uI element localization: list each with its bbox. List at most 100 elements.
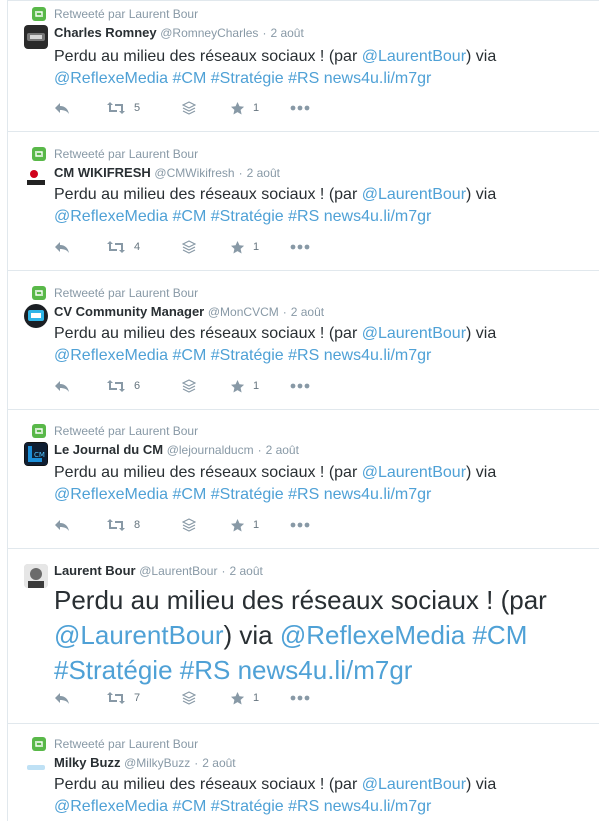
favorite-button[interactable]: 1 — [230, 691, 259, 706]
avatar[interactable] — [24, 165, 48, 189]
hashtag-link[interactable]: #CM — [173, 70, 207, 87]
retweet-context-label: Retweeté par Laurent Bour — [54, 737, 199, 751]
retweet-button[interactable]: 4 — [106, 240, 140, 254]
hashtag-link[interactable]: #CM — [173, 798, 207, 815]
tweet-time[interactable]: 2 août — [229, 564, 262, 578]
mention-link[interactable]: @LaurentBour — [54, 620, 224, 650]
hashtag-link[interactable]: #Stratégie — [211, 486, 284, 503]
mention-link[interactable]: @LaurentBour — [362, 48, 466, 65]
more-button[interactable] — [290, 105, 310, 111]
mention-link[interactable]: @ReflexeMedia — [54, 798, 168, 815]
avatar[interactable] — [24, 564, 48, 588]
author-handle[interactable]: @MonCVCM — [208, 305, 279, 319]
buffer-button[interactable] — [182, 101, 196, 115]
url-link[interactable]: news4u.li/m7gr — [324, 70, 432, 87]
favorite-button[interactable]: 1 — [230, 101, 259, 116]
mention-link[interactable]: @LaurentBour — [362, 325, 466, 342]
more-dots-icon — [290, 695, 310, 701]
favorite-button[interactable]: 1 — [230, 240, 259, 255]
reply-button[interactable] — [54, 240, 70, 254]
author-handle[interactable]: @RomneyCharles — [160, 26, 258, 40]
hashtag-link[interactable]: #RS — [288, 347, 319, 364]
buffer-button[interactable] — [182, 379, 196, 393]
mention-link[interactable]: @ReflexeMedia — [280, 620, 465, 650]
more-button[interactable] — [290, 522, 310, 528]
avatar[interactable] — [24, 304, 48, 328]
favorite-star-icon — [231, 518, 245, 531]
favorite-button[interactable]: 1 — [230, 518, 259, 533]
url-link[interactable]: news4u.li/m7gr — [324, 798, 432, 815]
avatar[interactable]: CM — [24, 442, 48, 466]
tweet-item[interactable]: Retweeté par Laurent Bour Milky Buzz @Mi… — [7, 723, 599, 821]
reply-button[interactable] — [54, 518, 70, 532]
tweet-item[interactable]: Laurent Bour @LaurentBour · 2 août Perdu a… — [7, 548, 599, 723]
hashtag-link[interactable]: #Stratégie — [211, 347, 284, 364]
author-name[interactable]: Charles Romney — [54, 25, 157, 40]
reply-button[interactable] — [54, 691, 70, 705]
favorite-count: 1 — [253, 241, 260, 253]
avatar[interactable] — [24, 755, 48, 779]
mention-link[interactable]: @ReflexeMedia — [54, 486, 168, 503]
hashtag-link[interactable]: #RS — [288, 486, 319, 503]
more-button[interactable] — [290, 695, 310, 701]
author-name[interactable]: CM WIKIFRESH — [54, 165, 151, 180]
author-name[interactable]: Milky Buzz — [54, 755, 120, 770]
buffer-button[interactable] — [182, 691, 196, 705]
tweet-time[interactable]: 2 août — [270, 26, 303, 40]
buffer-button[interactable] — [182, 240, 196, 254]
tweet-item[interactable]: Retweeté par Laurent Bour CM Le Journal … — [7, 409, 599, 548]
hashtag-link[interactable]: #Stratégie — [211, 70, 284, 87]
author-handle[interactable]: @MilkyBuzz — [124, 756, 190, 770]
retweet-context: Retweeté par Laurent Bour — [32, 147, 198, 161]
url-link[interactable]: news4u.li/m7gr — [238, 655, 413, 685]
url-link[interactable]: news4u.li/m7gr — [324, 486, 432, 503]
buffer-button[interactable] — [182, 518, 196, 532]
hashtag-link[interactable]: #RS — [288, 70, 319, 87]
hashtag-link[interactable]: #CM — [173, 347, 207, 364]
mention-link[interactable]: @LaurentBour — [362, 776, 466, 793]
mention-link[interactable]: @ReflexeMedia — [54, 208, 168, 225]
hashtag-link[interactable]: #RS — [288, 798, 319, 815]
retweet-button[interactable]: 7 — [106, 691, 140, 705]
retweet-button[interactable]: 8 — [106, 518, 140, 532]
tweet-time[interactable]: 2 août — [247, 166, 280, 180]
tweet-time[interactable]: 2 août — [266, 443, 299, 457]
retweet-button[interactable]: 6 — [106, 379, 140, 393]
url-link[interactable]: news4u.li/m7gr — [324, 347, 432, 364]
hashtag-link[interactable]: #RS — [180, 655, 231, 685]
author-name[interactable]: Laurent Bour — [54, 563, 136, 578]
reply-button[interactable] — [54, 379, 70, 393]
hashtag-link[interactable]: #Stratégie — [211, 208, 284, 225]
hashtag-link[interactable]: #Stratégie — [54, 655, 173, 685]
hashtag-link[interactable]: #Stratégie — [211, 798, 284, 815]
more-button[interactable] — [290, 244, 310, 250]
reply-button[interactable] — [54, 101, 70, 115]
tweet-item[interactable]: Retweeté par Laurent Bour CV Community M… — [7, 270, 599, 409]
favorite-star-icon — [231, 101, 245, 114]
buffer-stack-icon — [182, 379, 196, 393]
retweet-button[interactable]: 5 — [106, 101, 140, 115]
avatar[interactable] — [24, 25, 48, 49]
tweet-item[interactable]: Retweeté par Laurent Bour CM WIKIFRESH @… — [7, 131, 599, 270]
author-name[interactable]: CV Community Manager — [54, 304, 204, 319]
author-handle[interactable]: @lejournalducm — [167, 443, 254, 457]
tweet-time[interactable]: 2 août — [202, 756, 235, 770]
favorite-button[interactable]: 1 — [230, 379, 259, 394]
hashtag-link[interactable]: #RS — [288, 208, 319, 225]
tweet-time[interactable]: 2 août — [291, 305, 324, 319]
mention-link[interactable]: @ReflexeMedia — [54, 347, 168, 364]
url-link[interactable]: news4u.li/m7gr — [324, 208, 432, 225]
mention-link[interactable]: @LaurentBour — [362, 464, 466, 481]
author-handle[interactable]: @CMWikifresh — [154, 166, 234, 180]
tweet-item[interactable]: Retweeté par Laurent Bour Charles Romney… — [7, 0, 599, 131]
favorite-count: 1 — [253, 380, 260, 392]
mention-link[interactable]: @LaurentBour — [362, 186, 466, 203]
more-button[interactable] — [290, 383, 310, 389]
hashtag-link[interactable]: #CM — [472, 620, 527, 650]
author-name[interactable]: Le Journal du CM — [54, 442, 163, 457]
reply-icon — [55, 693, 69, 704]
mention-link[interactable]: @ReflexeMedia — [54, 70, 168, 87]
hashtag-link[interactable]: #CM — [173, 208, 207, 225]
author-handle[interactable]: @LaurentBour — [139, 564, 217, 578]
hashtag-link[interactable]: #CM — [173, 486, 207, 503]
